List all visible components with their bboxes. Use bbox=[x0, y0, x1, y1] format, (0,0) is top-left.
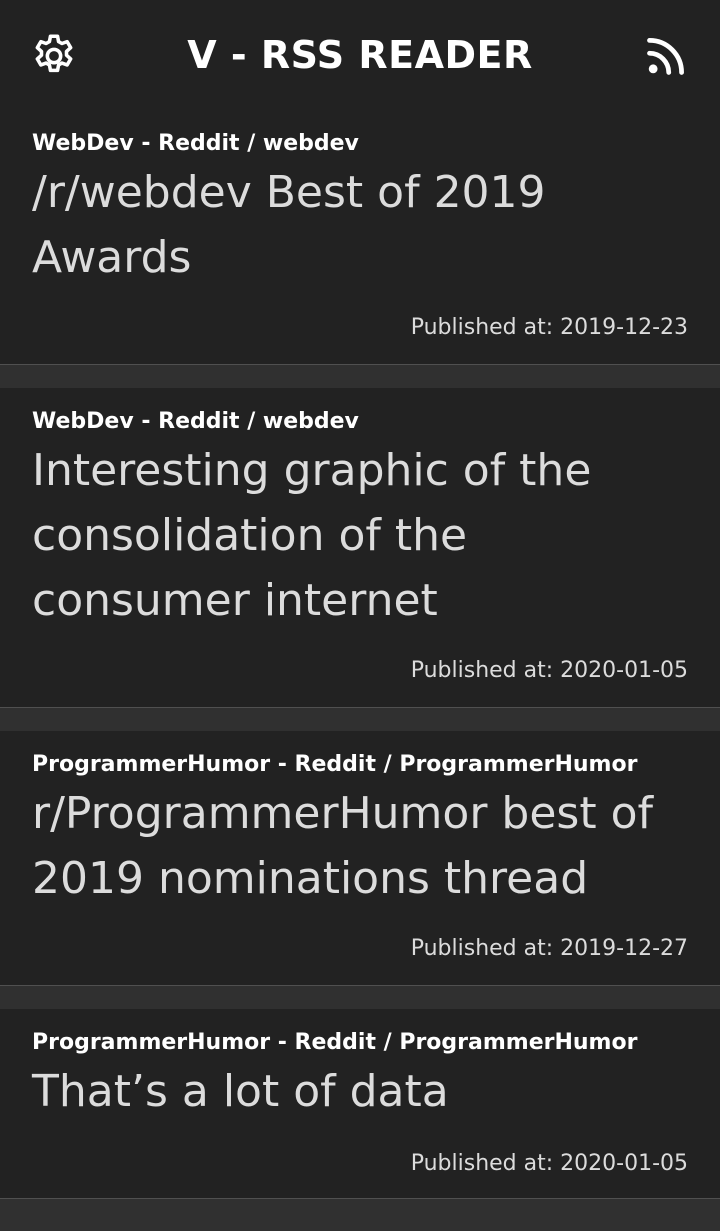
feed-title: /r/webdev Best of 2019 Awards bbox=[32, 167, 546, 283]
divider bbox=[0, 365, 720, 388]
feed-title: r/ProgrammerHumor best of 2019 nominatio… bbox=[32, 788, 653, 904]
rss-button[interactable] bbox=[638, 28, 694, 84]
feed-source: WebDev - Reddit / webdev bbox=[32, 409, 359, 434]
page-title: V - RSS READER bbox=[187, 33, 533, 77]
published-date: Published at: 2019-12-27 bbox=[410, 936, 688, 961]
feed-item[interactable]: WebDev - Reddit / webdev Interesting gra… bbox=[0, 388, 720, 708]
gear-icon bbox=[35, 34, 73, 73]
feed-item[interactable]: WebDev - Reddit / webdev /r/webdev Best … bbox=[0, 110, 720, 365]
feed-source: ProgrammerHumor - Reddit / ProgrammerHum… bbox=[32, 752, 638, 777]
feed-source: ProgrammerHumor - Reddit / ProgrammerHum… bbox=[32, 1030, 638, 1055]
divider bbox=[0, 1199, 720, 1222]
feed-source: WebDev - Reddit / webdev bbox=[32, 131, 359, 156]
settings-button[interactable] bbox=[26, 28, 82, 84]
rss-icon bbox=[647, 38, 684, 75]
published-date: Published at: 2020-01-05 bbox=[410, 1151, 688, 1176]
feed-title: That’s a lot of data bbox=[32, 1066, 449, 1117]
feed-item[interactable]: ProgrammerHumor - Reddit / ProgrammerHum… bbox=[0, 731, 720, 986]
feed-item[interactable]: ProgrammerHumor - Reddit / ProgrammerHum… bbox=[0, 1009, 720, 1199]
published-date: Published at: 2019-12-23 bbox=[410, 315, 688, 340]
divider bbox=[0, 708, 720, 731]
feed-title: Interesting graphic of the consolidation… bbox=[32, 445, 592, 626]
divider bbox=[0, 986, 720, 1009]
app-bar: V - RSS READER bbox=[0, 0, 720, 110]
published-date: Published at: 2020-01-05 bbox=[410, 658, 688, 683]
feed-list: WebDev - Reddit / webdev /r/webdev Best … bbox=[0, 110, 720, 1222]
